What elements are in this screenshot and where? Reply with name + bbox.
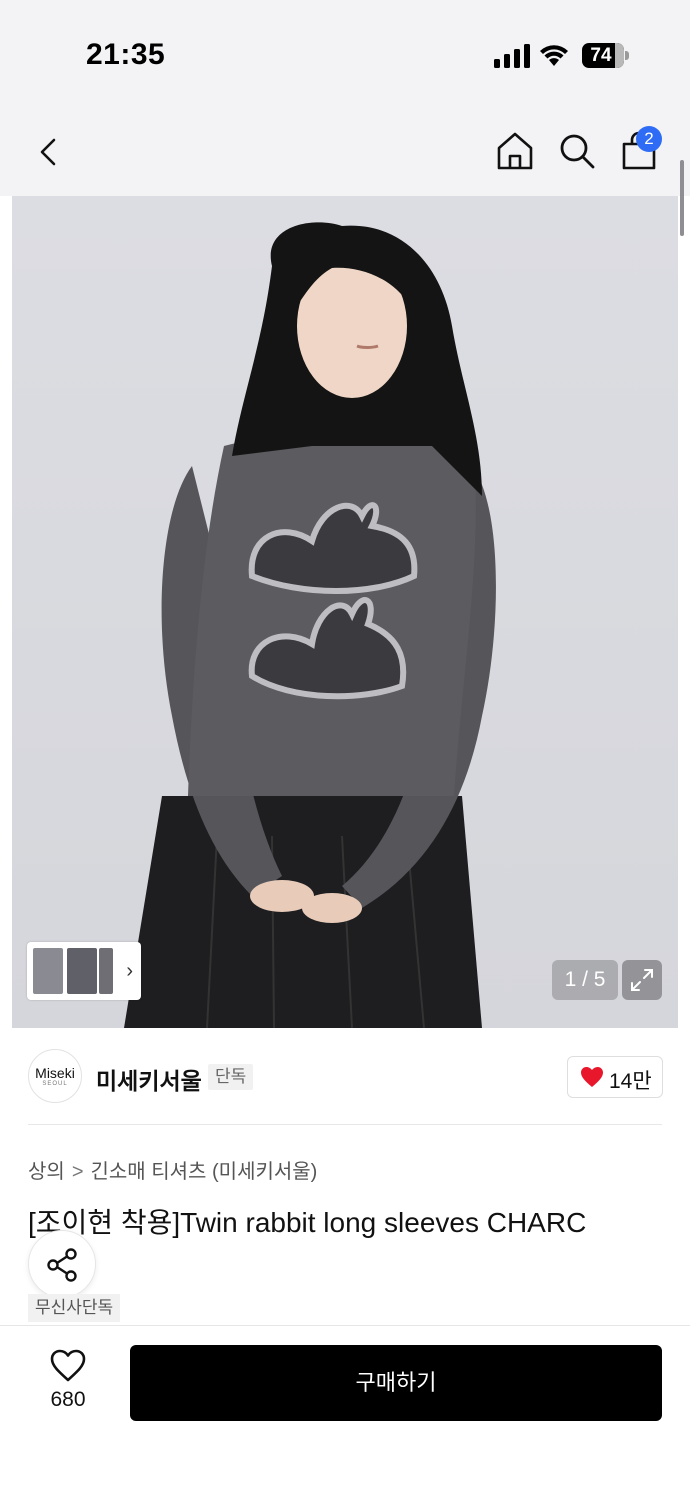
breadcrumb-subcategory[interactable]: 긴소매 티셔츠 (미세키서울): [91, 1155, 318, 1184]
wishlist-button[interactable]: 680: [28, 1345, 108, 1421]
breadcrumb-category[interactable]: 상의: [28, 1155, 65, 1184]
heart-outline-icon: [50, 1349, 86, 1382]
heart-filled-icon: [581, 1067, 603, 1087]
search-icon[interactable]: [556, 130, 598, 172]
chevron-left-icon[interactable]: [30, 132, 70, 172]
share-icon: [47, 1248, 77, 1282]
brand-exclusive-tag: 단독: [208, 1064, 254, 1090]
battery-level: 74: [590, 45, 612, 66]
wishlist-count: 680: [50, 1388, 86, 1411]
top-nav-bar: [0, 110, 690, 196]
product-photo: [124, 222, 496, 1028]
category-breadcrumb: 상의 > 긴소매 티셔츠 (미세키서울): [28, 1155, 317, 1184]
product-image[interactable]: [12, 196, 678, 1028]
section-divider: [28, 1124, 662, 1125]
status-bar: 21:35 74: [0, 0, 690, 110]
status-time: 21:35: [86, 38, 166, 71]
brand-logo[interactable]: Miseki SEOUL: [28, 1049, 82, 1103]
scrollbar[interactable]: [680, 160, 684, 236]
brand-logo-subtext: SEOUL: [42, 1081, 68, 1087]
home-icon[interactable]: [494, 130, 536, 172]
brand-logo-text: Miseki: [35, 1065, 75, 1081]
cellular-signal-icon: [494, 44, 530, 68]
expand-icon[interactable]: [622, 960, 662, 1000]
battery-icon: 74: [582, 43, 630, 68]
brand-like-button[interactable]: 14만: [567, 1056, 663, 1098]
cart-count-badge: 2: [636, 126, 662, 152]
brand-name[interactable]: 미세키서울: [96, 1062, 202, 1096]
brand-like-count: 14만: [609, 1070, 652, 1093]
buy-button[interactable]: 구매하기: [130, 1345, 662, 1421]
thumbnail-2[interactable]: [67, 948, 97, 994]
thumbnail-strip[interactable]: ›: [27, 942, 141, 1000]
breadcrumb-separator: >: [71, 1161, 84, 1183]
wifi-icon: [540, 45, 568, 66]
image-page-indicator: 1 / 5: [552, 960, 618, 1000]
product-title: [조이현 착용]Twin rabbit long sleeves CHARC: [28, 1207, 587, 1238]
thumbnail-1[interactable]: [33, 948, 63, 994]
thumbnail-next-arrow[interactable]: ›: [126, 960, 133, 983]
share-button[interactable]: [28, 1230, 96, 1298]
musinsa-exclusive-tag: 무신사단독: [28, 1294, 121, 1322]
thumbnail-3[interactable]: [99, 948, 113, 994]
